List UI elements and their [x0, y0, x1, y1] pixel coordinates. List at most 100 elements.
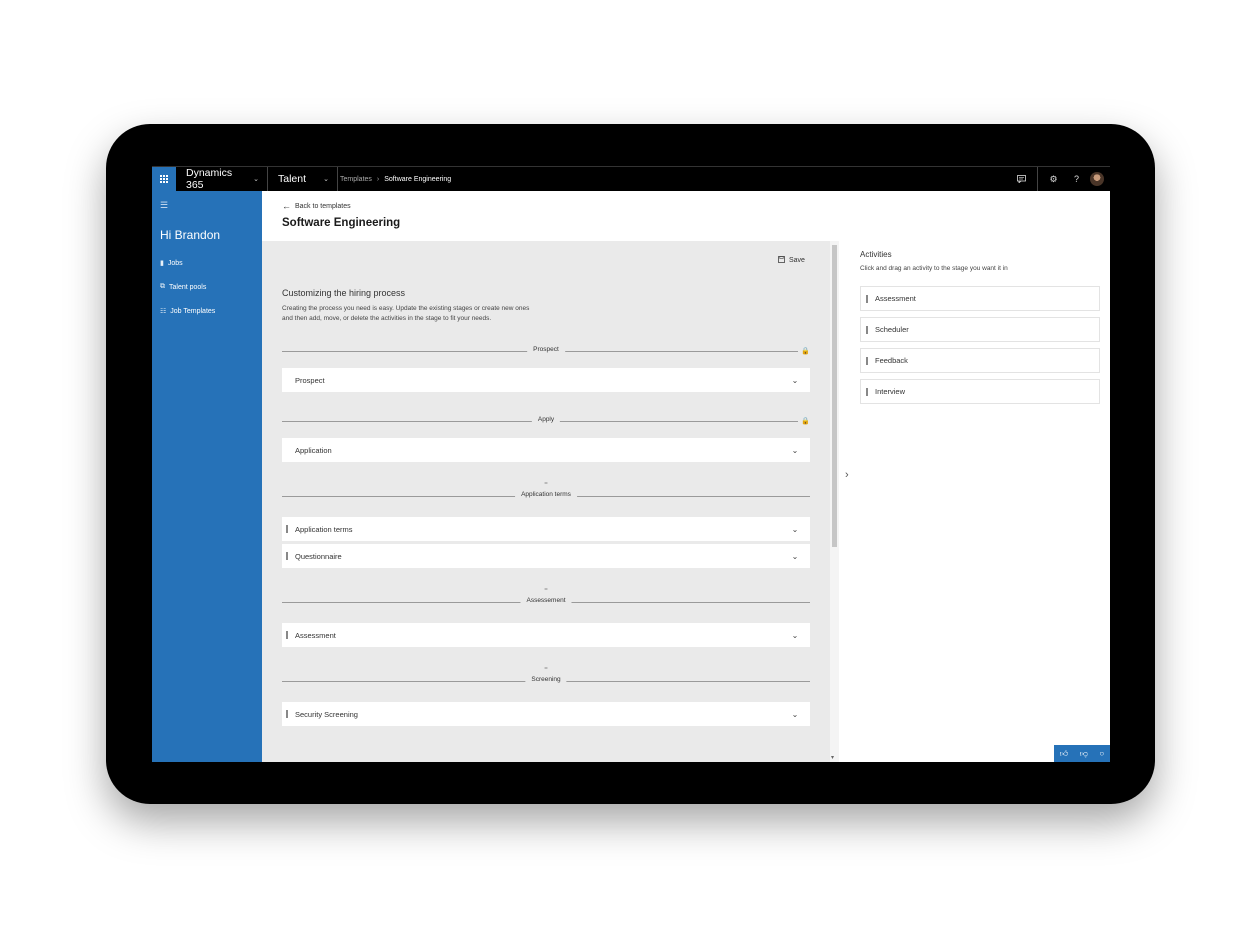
activity-label: Application: [295, 445, 332, 455]
breadcrumb-templates[interactable]: Templates: [340, 176, 372, 183]
chevron-down-icon: ⌄: [323, 176, 329, 183]
main-canvas: Save Customizing the hiring process Crea…: [262, 241, 830, 762]
hamburger-icon[interactable]: ☰: [160, 200, 168, 211]
sidebar: ☰ Hi Brandon ▮ Jobs ⧉ Talent pools ☷ Job…: [152, 191, 262, 762]
stage-header-application-terms: Application terms: [282, 491, 810, 501]
scroll-thumb[interactable]: [832, 245, 837, 547]
page-header: ← Back to templates Software Engineering: [262, 191, 1110, 241]
activity-card-label: Scheduler: [875, 325, 909, 334]
drag-handle-icon[interactable]: [866, 387, 868, 396]
greeting: Hi Brandon: [160, 228, 221, 242]
sidebar-item-jobs[interactable]: ▮ Jobs: [160, 259, 183, 268]
activity-label: Application terms: [295, 524, 353, 534]
chevron-right-icon: ›: [376, 175, 380, 183]
stage-label: Screening: [525, 676, 567, 683]
chevron-down-icon[interactable]: ⌄: [780, 710, 810, 719]
back-label: Back to templates: [295, 202, 351, 210]
activities-panel: Activities Click and drag an activity to…: [839, 241, 1110, 762]
chevron-down-icon: ⌄: [253, 176, 259, 183]
activity-card-feedback[interactable]: Feedback: [860, 348, 1100, 373]
intro-text: Creating the process you need is easy. U…: [282, 305, 530, 322]
intro-title: Customizing the hiring process: [282, 288, 406, 298]
avatar[interactable]: [1090, 172, 1104, 186]
breadcrumb: Templates › Software Engineering: [340, 176, 451, 183]
app-label: Talent: [278, 173, 307, 185]
activity-card-assessment[interactable]: Assessment: [860, 286, 1100, 311]
top-bar: Dynamics 365 ⌄ Talent ⌄ Templates › Soft…: [152, 166, 1110, 192]
sidebar-item-label: Talent pools: [169, 283, 207, 291]
stage-header-assessement: Assessement: [282, 597, 810, 607]
activity-label: Prospect: [295, 375, 325, 385]
sidebar-item-talent-pools[interactable]: ⧉ Talent pools: [160, 283, 206, 291]
drag-handle-icon[interactable]: [286, 631, 288, 639]
stage-label: Assessement: [520, 597, 572, 604]
lock-icon: 🔒: [798, 347, 810, 355]
brand-label: Dynamics 365: [186, 167, 233, 191]
app-screen: Dynamics 365 ⌄ Talent ⌄ Templates › Soft…: [152, 166, 1110, 762]
app-switcher[interactable]: Talent ⌄: [268, 166, 338, 192]
drag-handle-icon[interactable]: [286, 710, 288, 718]
stage-activity-security-screening[interactable]: Security Screening ⌄: [282, 702, 810, 726]
divider: [1037, 166, 1038, 192]
save-icon: [778, 256, 785, 265]
stage-label: Apply: [531, 416, 561, 423]
stage-activity-assessment[interactable]: Assessment ⌄: [282, 623, 810, 647]
save-button[interactable]: Save: [778, 256, 805, 265]
chevron-down-icon[interactable]: ⌄: [780, 446, 810, 455]
drag-handle-icon[interactable]: [866, 356, 868, 365]
stage-activity-application-terms[interactable]: Application terms ⌄: [282, 517, 810, 541]
waffle-icon: [160, 175, 168, 183]
stage-header-prospect: Prospect 🔒: [282, 346, 810, 356]
lock-icon: 🔒: [798, 417, 810, 425]
activity-label: Questionnaire: [295, 551, 342, 561]
job-templates-icon: ☷: [160, 308, 167, 315]
breadcrumb-current: Software Engineering: [384, 175, 452, 183]
activity-card-scheduler[interactable]: Scheduler: [860, 317, 1100, 342]
talent-pools-icon: ⧉: [160, 283, 165, 290]
drag-handle-icon[interactable]: =: [544, 587, 548, 593]
chevron-down-icon[interactable]: ⌄: [780, 525, 810, 534]
activity-label: Assessment: [295, 630, 336, 640]
top-right-actions: ⚙ ?: [1010, 166, 1110, 192]
chevron-down-icon[interactable]: ⌄: [780, 552, 810, 561]
save-label: Save: [789, 257, 805, 264]
stage-header-screening: Screening: [282, 676, 810, 686]
activity-card-label: Feedback: [875, 356, 908, 365]
stage-activity-application[interactable]: Application ⌄: [282, 438, 810, 462]
drag-handle-icon[interactable]: [286, 552, 288, 560]
activity-label: Security Screening: [295, 709, 358, 719]
page-title: Software Engineering: [282, 217, 401, 229]
drag-handle-icon[interactable]: [866, 325, 868, 334]
stage-header-apply: Apply 🔒: [282, 416, 810, 426]
chat-icon[interactable]: [1010, 167, 1033, 192]
chevron-right-icon[interactable]: ›: [845, 469, 849, 481]
stage-activity-questionnaire[interactable]: Questionnaire ⌄: [282, 544, 810, 568]
chevron-down-icon[interactable]: ⌄: [780, 631, 810, 640]
activity-card-label: Assessment: [875, 294, 916, 303]
drag-handle-icon[interactable]: [866, 294, 868, 303]
drag-handle-icon[interactable]: [286, 525, 288, 533]
help-icon[interactable]: ?: [1065, 167, 1088, 192]
drag-handle-icon[interactable]: =: [544, 481, 548, 487]
stage-label: Application terms: [515, 491, 577, 498]
scroll-down-icon[interactable]: ▾: [831, 754, 834, 761]
back-link[interactable]: ← Back to templates: [282, 201, 351, 211]
arrow-left-icon: ←: [282, 201, 291, 211]
activities-title: Activities: [860, 250, 892, 259]
gear-icon[interactable]: ⚙: [1042, 167, 1065, 192]
activity-card-label: Interview: [875, 387, 906, 396]
activity-card-interview[interactable]: Interview: [860, 379, 1100, 404]
main-scrollbar[interactable]: ▾: [830, 241, 839, 762]
thumbs-down-icon[interactable]: 👎︎: [1080, 749, 1088, 759]
lightbulb-icon[interactable]: ○: [1099, 749, 1104, 758]
drag-handle-icon[interactable]: =: [544, 666, 548, 672]
chevron-down-icon[interactable]: ⌄: [780, 376, 810, 385]
stage-label: Prospect: [527, 346, 565, 353]
sidebar-item-job-templates[interactable]: ☷ Job Templates: [160, 307, 216, 316]
sidebar-item-label: Job Templates: [170, 307, 216, 315]
brand-switcher[interactable]: Dynamics 365 ⌄: [176, 166, 268, 192]
app-launcher-button[interactable]: [152, 166, 176, 192]
thumbs-up-icon[interactable]: 👍︎: [1060, 749, 1068, 759]
stage-activity-prospect[interactable]: Prospect ⌄: [282, 368, 810, 392]
sidebar-item-label: Jobs: [167, 259, 183, 267]
